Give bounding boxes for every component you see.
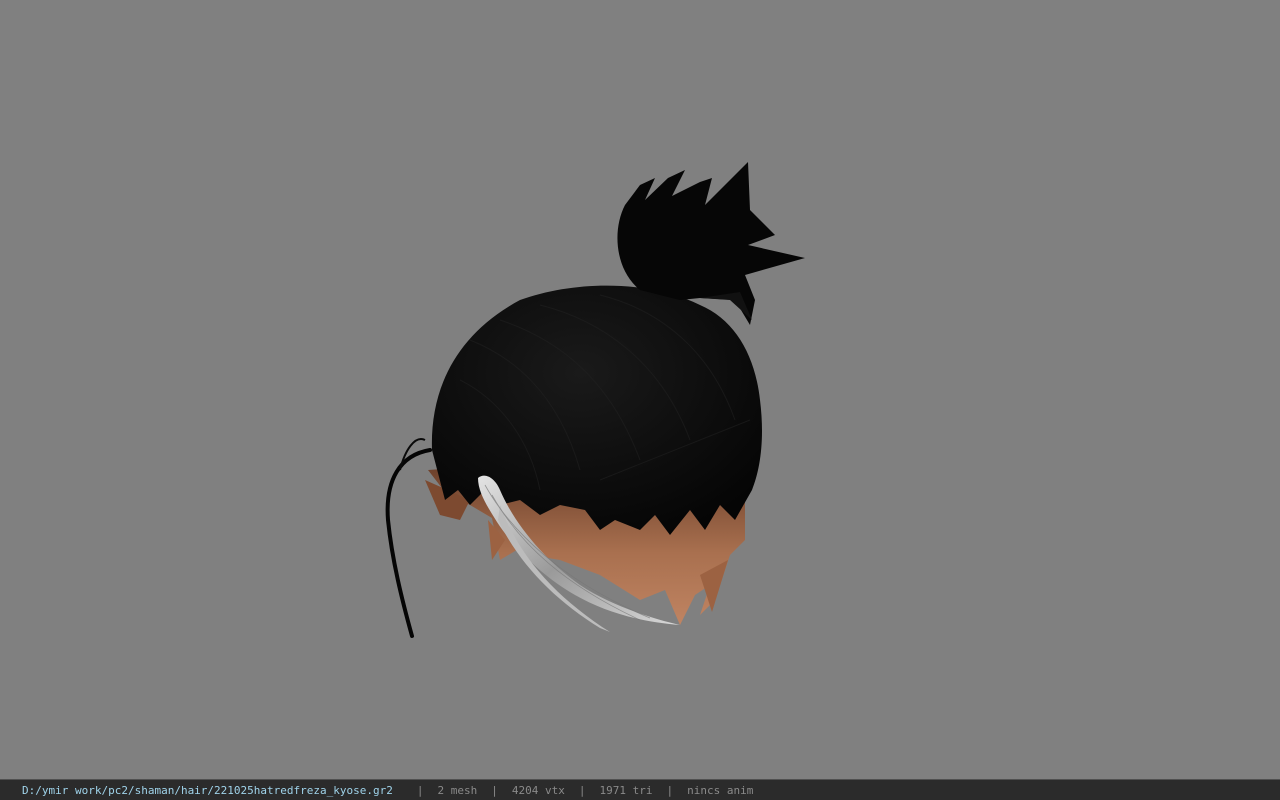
3d-viewport[interactable] (0, 0, 1280, 779)
triangle-count-label: 1971 tri (599, 783, 653, 797)
separator: | (666, 783, 674, 797)
separator: | (491, 783, 498, 797)
anim-status-label: nincs anim (687, 783, 754, 797)
separator: | (416, 783, 424, 797)
file-path-label: D:/ymir work/pc2/shaman/hair/221025hatre… (22, 783, 393, 797)
mesh-count-label: 2 mesh (437, 783, 478, 797)
status-bar: D:/ymir work/pc2/shaman/hair/221025hatre… (0, 779, 1280, 800)
model-render (385, 162, 805, 638)
separator: | (578, 783, 586, 797)
vertex-count-label: 4204 vtx (511, 783, 565, 797)
